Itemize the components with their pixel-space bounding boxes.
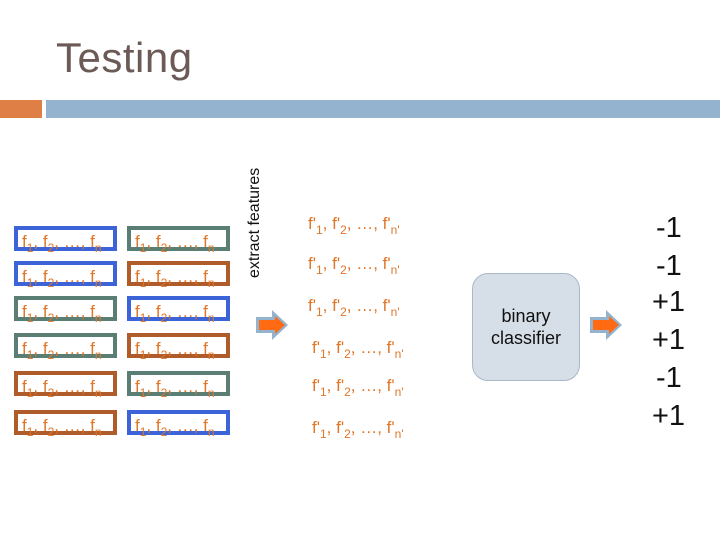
- feature-vector-right: f1, f2, …, fn: [127, 226, 230, 254]
- feature-vector-left: f1, f2, …, fn: [14, 410, 117, 438]
- slide-title: Testing: [56, 34, 193, 81]
- output-label: +1: [652, 324, 686, 356]
- output-label: -1: [656, 362, 682, 394]
- right-arrow-icon: [256, 310, 288, 340]
- right-arrow-icon: [590, 310, 622, 340]
- feature-vector-right: f1, f2, …, fn: [127, 410, 230, 438]
- extracted-feature-vector: f'1, f'2, …, f'n': [308, 254, 400, 277]
- classifier-label-line2: classifier: [490, 328, 561, 348]
- extract-features-label: extract features: [246, 167, 263, 278]
- extracted-feature-vector: f'1, f'2, …, f'n': [312, 418, 404, 441]
- feature-vector-left: f1, f2, …, fn: [14, 333, 117, 361]
- output-label: +1: [652, 400, 686, 432]
- feature-vector-right: f1, f2, …, fn: [127, 371, 230, 399]
- title-accent-bar: [0, 100, 42, 118]
- feature-vector-left: f1, f2, …, fn: [14, 226, 117, 254]
- output-label: -1: [656, 212, 682, 244]
- extracted-feature-vector: f'1, f'2, …, f'n': [312, 376, 404, 399]
- extracted-feature-vector: f'1, f'2, …, f'n': [312, 338, 404, 361]
- binary-classifier-box: binary classifier: [472, 273, 580, 381]
- feature-vector-left: f1, f2, …, fn: [14, 296, 117, 324]
- feature-vector-right: f1, f2, …, fn: [127, 296, 230, 324]
- title-underline-bar: [46, 100, 720, 118]
- extracted-feature-vector: f'1, f'2, …, f'n': [308, 296, 400, 319]
- output-label: -1: [656, 250, 682, 282]
- feature-vector-right: f1, f2, …, fn: [127, 261, 230, 289]
- feature-vector-right: f1, f2, …, fn: [127, 333, 230, 361]
- feature-vector-left: f1, f2, …, fn: [14, 261, 117, 289]
- feature-vector-left: f1, f2, …, fn: [14, 371, 117, 399]
- classifier-label-line1: binary: [501, 306, 551, 326]
- extracted-feature-vector: f'1, f'2, …, f'n': [308, 214, 400, 237]
- output-label: +1: [652, 286, 686, 318]
